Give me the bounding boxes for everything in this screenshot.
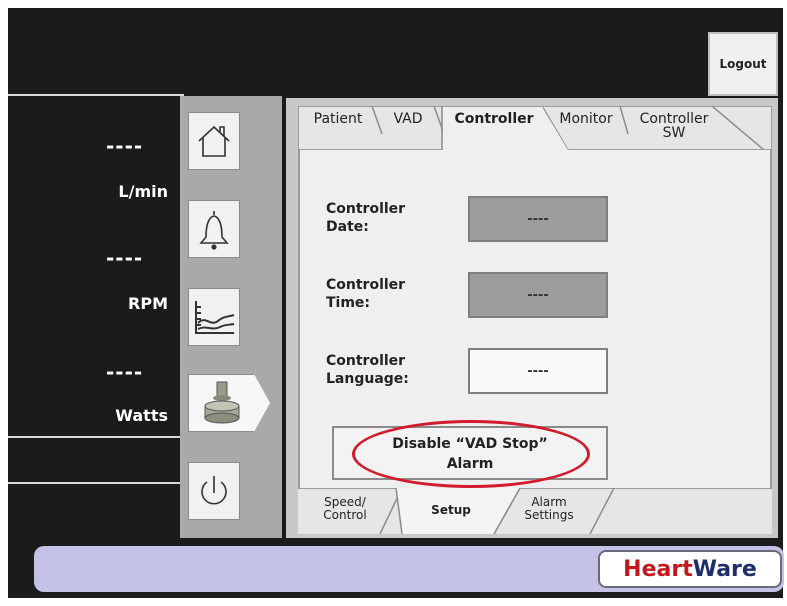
trend-chart-icon	[195, 301, 235, 334]
device-screen: Logout ---- L/min ---- RPM ---- Watts Pa…	[8, 8, 784, 598]
power-icon	[201, 476, 227, 505]
bell-icon	[199, 211, 229, 250]
controller-date-label: Controller Date:	[326, 201, 406, 235]
pump-controller-icon	[204, 381, 239, 424]
controller-language-label: Controller Language:	[326, 353, 409, 387]
nav-controller-button[interactable]	[188, 374, 270, 432]
tab-controller[interactable]: Controller	[444, 108, 544, 148]
tab-vad[interactable]: VAD	[378, 108, 438, 148]
tab-setup[interactable]: Setup	[406, 504, 496, 517]
divider	[8, 94, 184, 96]
tab-alarm-settings[interactable]: Alarm Settings	[504, 496, 594, 522]
flow-unit: L/min	[118, 182, 168, 201]
nav-trends-button[interactable]	[188, 288, 240, 346]
logo-ware-text: Ware	[692, 556, 757, 582]
logo-heart-text: Heart	[623, 556, 693, 582]
settings-card: Patient VAD Controller Monitor Controlle…	[298, 106, 772, 534]
controller-time-label: Controller Time:	[326, 277, 406, 311]
controller-date-field[interactable]: ----	[468, 196, 608, 242]
main-panel: Patient VAD Controller Monitor Controlle…	[286, 98, 778, 538]
power-unit: Watts	[115, 406, 168, 425]
home-icon	[198, 125, 230, 157]
speed-value: ----	[106, 246, 144, 270]
nav-home-button[interactable]	[188, 112, 240, 170]
nav-column	[180, 96, 282, 538]
heartware-logo: Heart Ware	[598, 550, 782, 588]
divider	[8, 436, 184, 438]
flow-value: ----	[106, 134, 144, 158]
disable-vad-stop-alarm-button[interactable]: Disable “VAD Stop” Alarm	[332, 426, 608, 480]
tab-monitor[interactable]: Monitor	[548, 108, 624, 148]
tab-controller-sw[interactable]: Controller SW	[632, 108, 716, 148]
nav-alarms-button[interactable]	[188, 200, 240, 258]
tab-patient[interactable]: Patient	[302, 108, 374, 148]
power-value: ----	[106, 360, 144, 384]
nav-power-button[interactable]	[188, 462, 240, 520]
controller-time-field[interactable]: ----	[468, 272, 608, 318]
divider	[8, 482, 184, 484]
logout-button[interactable]: Logout	[708, 32, 778, 96]
selection-pointer-icon	[254, 374, 270, 432]
tab-speed-control[interactable]: Speed/Control	[310, 496, 380, 522]
speed-unit: RPM	[128, 294, 168, 313]
controller-language-field[interactable]: ----	[468, 348, 608, 394]
